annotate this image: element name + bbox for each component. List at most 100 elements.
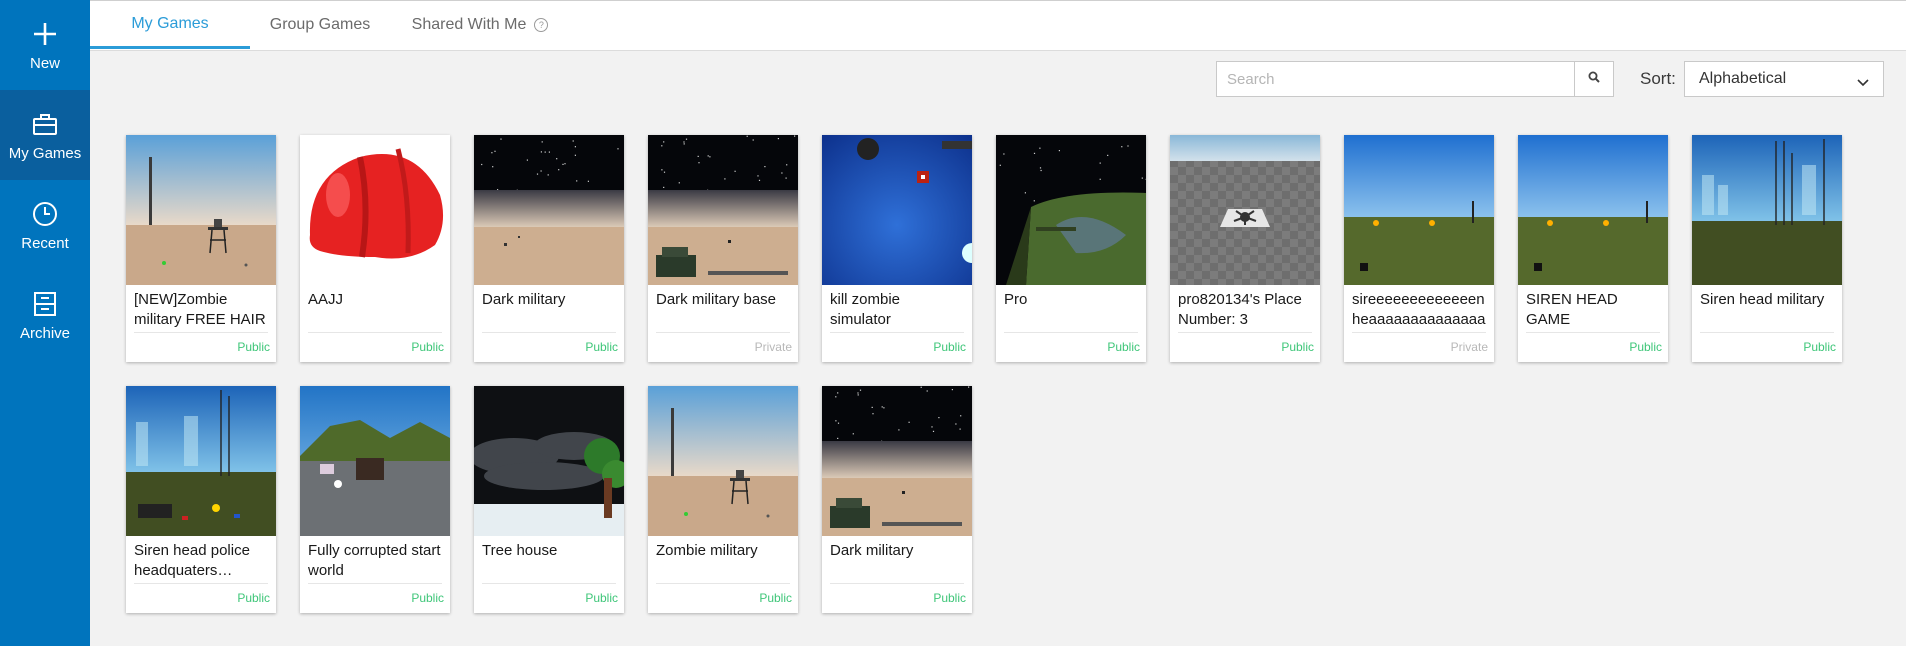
game-card[interactable]: [NEW]Zombie military FREE HAIR Public xyxy=(126,135,276,362)
game-thumbnail xyxy=(300,135,450,285)
game-title: [NEW]Zombie military FREE HAIR xyxy=(134,291,266,328)
game-title: Siren head military xyxy=(1700,291,1825,308)
card-divider xyxy=(308,583,442,584)
game-card[interactable]: pro820134's Place Number: 3 Public xyxy=(1170,135,1320,362)
game-title: Dark military xyxy=(830,542,914,559)
chevron-down-icon xyxy=(1857,74,1869,92)
clock-icon xyxy=(30,199,60,229)
game-status: Public xyxy=(1107,340,1140,354)
game-status: Public xyxy=(585,591,618,605)
game-title: sireeeeeeeeeeeeen heaaaaaaaaaaaaaad xyxy=(1352,291,1486,328)
game-thumbnail xyxy=(648,386,798,536)
game-card[interactable]: Zombie military Public xyxy=(648,386,798,613)
search-icon xyxy=(1588,70,1600,88)
game-status: Public xyxy=(1629,340,1662,354)
card-divider xyxy=(1700,332,1834,333)
game-title: Pro xyxy=(1004,291,1028,308)
game-card[interactable]: Siren head police headquaters helicopter… xyxy=(126,386,276,613)
game-thumbnail xyxy=(474,386,624,536)
tab-label: Shared With Me xyxy=(411,16,527,33)
game-status: Public xyxy=(237,340,270,354)
sort-label: Sort: xyxy=(1640,69,1676,88)
card-divider xyxy=(1004,332,1138,333)
game-status: Public xyxy=(585,340,618,354)
game-thumbnail xyxy=(1518,135,1668,285)
game-title: Dark military xyxy=(482,291,566,308)
sidebar-item-label: Archive xyxy=(19,324,71,342)
briefcase-icon xyxy=(30,109,60,139)
search-input[interactable] xyxy=(1217,62,1595,96)
sidebar-item-label: New xyxy=(29,54,60,72)
game-status: Public xyxy=(411,591,444,605)
game-status: Public xyxy=(1281,340,1314,354)
game-status: Private xyxy=(754,340,792,354)
game-card[interactable]: Dark military Public xyxy=(474,135,624,362)
sidebar-item-my-games[interactable]: My Games xyxy=(0,90,90,180)
game-card[interactable]: Pro Public xyxy=(996,135,1146,362)
game-title: Tree house xyxy=(482,542,558,559)
tab-bar: My Games Group Games Shared With Me ? xyxy=(90,0,1906,51)
archive-box-icon xyxy=(30,289,60,319)
game-status: Public xyxy=(411,340,444,354)
card-divider xyxy=(482,583,616,584)
game-title: Dark military base xyxy=(656,291,777,308)
card-divider xyxy=(830,583,964,584)
game-thumbnail xyxy=(474,135,624,285)
game-status: Public xyxy=(237,591,270,605)
game-thumbnail xyxy=(822,386,972,536)
card-divider xyxy=(830,332,964,333)
card-divider xyxy=(1352,332,1486,333)
card-divider xyxy=(308,332,442,333)
game-status: Private xyxy=(1450,340,1488,354)
card-divider xyxy=(134,583,268,584)
sort-selected-value: Alphabetical xyxy=(1699,70,1787,87)
game-status: Public xyxy=(933,591,966,605)
game-card[interactable]: Fully corrupted start world Public xyxy=(300,386,450,613)
game-status: Public xyxy=(1803,340,1836,354)
card-divider xyxy=(1178,332,1312,333)
card-divider xyxy=(134,332,268,333)
card-divider xyxy=(482,332,616,333)
sidebar-item-archive[interactable]: Archive xyxy=(0,270,90,360)
card-divider xyxy=(656,332,790,333)
game-card[interactable]: AAJJ Public xyxy=(300,135,450,362)
sidebar-item-recent[interactable]: Recent xyxy=(0,180,90,270)
tab-label: My Games xyxy=(131,14,209,32)
game-title: pro820134's Place Number: 3 xyxy=(1178,291,1302,328)
game-title: SIREN HEAD GAME xyxy=(1526,291,1618,328)
game-card[interactable]: SIREN HEAD GAME Public xyxy=(1518,135,1668,362)
game-thumbnail xyxy=(1344,135,1494,285)
tab-shared-with-me[interactable]: Shared With Me ? xyxy=(392,1,568,49)
sidebar-item-new[interactable]: New xyxy=(0,0,90,90)
game-title: kill zombie simulator xyxy=(830,291,901,328)
game-thumbnail xyxy=(1692,135,1842,285)
help-icon[interactable]: ? xyxy=(534,18,549,32)
sidebar-item-label: Recent xyxy=(21,234,69,252)
game-status: Public xyxy=(933,340,966,354)
game-card[interactable]: Dark military Public xyxy=(822,386,972,613)
card-divider xyxy=(656,583,790,584)
game-card[interactable]: kill zombie simulator Public xyxy=(822,135,972,362)
tab-my-games[interactable]: My Games xyxy=(90,1,250,49)
game-card[interactable]: Dark military base Private xyxy=(648,135,798,362)
game-card[interactable]: Siren head military Public xyxy=(1692,135,1842,362)
game-title: Zombie military xyxy=(656,542,758,559)
search-box xyxy=(1216,61,1614,97)
game-thumbnail xyxy=(648,135,798,285)
game-card[interactable]: Tree house Public xyxy=(474,386,624,613)
sidebar-item-label: My Games xyxy=(8,144,82,162)
tab-label: Group Games xyxy=(269,16,371,33)
game-thumbnail xyxy=(1170,135,1320,285)
game-thumbnail xyxy=(996,135,1146,285)
game-status: Public xyxy=(759,591,792,605)
game-thumbnail xyxy=(300,386,450,536)
game-title: AAJJ xyxy=(308,291,344,308)
tab-group-games[interactable]: Group Games xyxy=(250,1,390,49)
game-thumbnail xyxy=(822,135,972,285)
game-thumbnail xyxy=(126,135,276,285)
game-card[interactable]: sireeeeeeeeeeeeen heaaaaaaaaaaaaaad Priva… xyxy=(1344,135,1494,362)
game-title: Siren head police headquaters helicopter xyxy=(134,542,250,579)
search-button[interactable] xyxy=(1574,62,1613,96)
sidebar: New My Games Recent Archive xyxy=(0,0,90,646)
sort-dropdown[interactable]: Alphabetical xyxy=(1684,61,1884,97)
